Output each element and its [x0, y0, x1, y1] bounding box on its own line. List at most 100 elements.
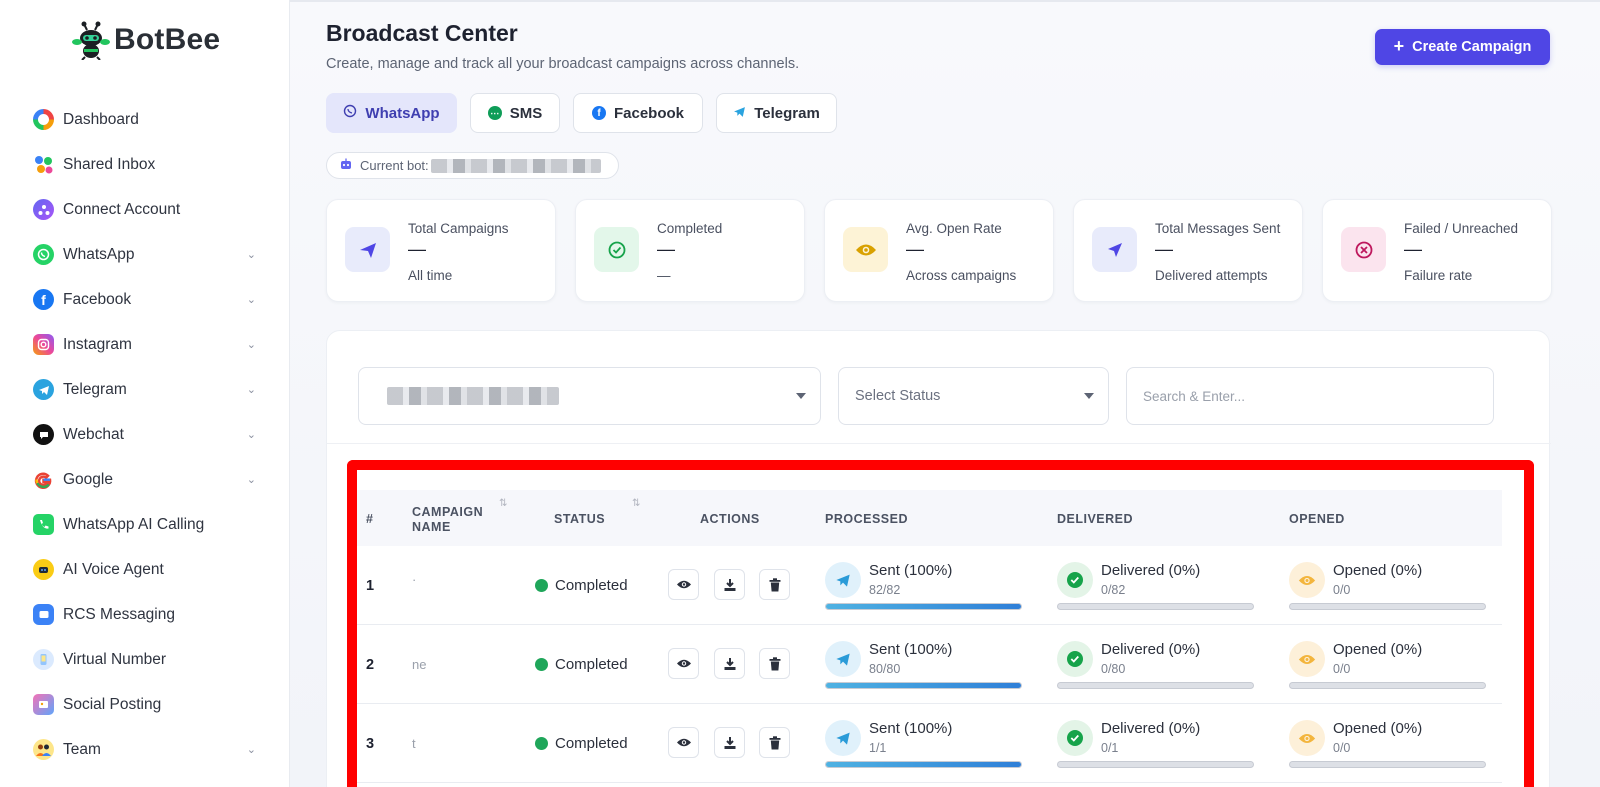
sort-icon[interactable]: ⇅ — [499, 498, 507, 509]
table-row[interactable]: 1 · Completed Sent (100%) 82/82 Delivere… — [357, 546, 1502, 625]
view-button[interactable] — [668, 727, 699, 758]
sidebar-item-team[interactable]: Team ⌄ — [0, 727, 290, 772]
stat-title: Total Campaigns — [408, 221, 509, 236]
sidebar-item-telegram[interactable]: Telegram ⌄ — [0, 367, 290, 412]
processed-label: Sent (100%) — [869, 720, 953, 737]
sidebar-item-ai-voice-agent[interactable]: AI Voice Agent — [0, 547, 290, 592]
tab-sms[interactable]: ⋯ SMS — [470, 93, 560, 133]
opened-label: Opened (0%) — [1333, 562, 1423, 579]
tab-facebook[interactable]: f Facebook — [573, 93, 703, 133]
sidebar-item-dashboard[interactable]: Dashboard — [0, 97, 290, 142]
table-row[interactable]: 3 t Completed Sent (100%) 1/1 Delivered … — [357, 704, 1502, 783]
sidebar-item-google[interactable]: Google ⌄ — [0, 457, 290, 502]
column-header-delivered: DELIVERED — [1057, 512, 1134, 526]
search-input[interactable]: Search & Enter... — [1126, 367, 1494, 425]
stat-card-total-messages-sent: Total Messages Sent — Delivered attempts — [1073, 199, 1303, 302]
tab-label: SMS — [509, 104, 543, 122]
delivered-label: Delivered (0%) — [1101, 641, 1201, 658]
stat-value: — — [1404, 239, 1422, 259]
column-header-campaign-name[interactable]: CAMPAIGN NAME — [412, 505, 502, 535]
sort-icon[interactable]: ⇅ — [632, 498, 640, 509]
caret-down-icon — [1084, 393, 1094, 399]
sidebar-item-label: Google — [63, 470, 113, 488]
tab-whatsapp[interactable]: WhatsApp — [326, 93, 457, 133]
chevron-down-icon[interactable]: ⌄ — [247, 428, 256, 441]
opened-label: Opened (0%) — [1333, 641, 1423, 658]
eye-icon — [1289, 641, 1325, 677]
current-bot-selector[interactable]: Current bot: — [326, 152, 619, 179]
tab-telegram[interactable]: Telegram — [716, 93, 837, 133]
chevron-down-icon[interactable]: ⌄ — [247, 338, 256, 351]
chevron-down-icon[interactable]: ⌄ — [247, 473, 256, 486]
delete-button[interactable] — [759, 569, 790, 600]
facebook-icon: f — [591, 106, 606, 120]
social-posting-icon — [33, 694, 54, 715]
status-select-dropdown[interactable]: Select Status — [838, 367, 1109, 425]
delivered-count: 0/82 — [1101, 583, 1126, 597]
download-button[interactable] — [714, 648, 745, 679]
chevron-down-icon[interactable]: ⌄ — [247, 248, 256, 261]
sidebar-item-social-posting[interactable]: Social Posting — [0, 682, 290, 727]
check-circle-icon — [1057, 720, 1093, 756]
instagram-icon — [33, 334, 54, 355]
processed-count: 82/82 — [869, 583, 901, 597]
campaigns-panel: Select Status Search & Enter... # CAMPAI… — [326, 330, 1551, 787]
column-header-processed: PROCESSED — [825, 512, 908, 526]
chevron-down-icon[interactable]: ⌄ — [247, 383, 256, 396]
sidebar-item-label: RCS Messaging — [63, 605, 175, 623]
delete-button[interactable] — [759, 727, 790, 758]
virtual-number-icon — [33, 649, 54, 670]
opened-count: 0/0 — [1333, 662, 1351, 676]
download-icon — [724, 657, 735, 670]
view-button[interactable] — [668, 569, 699, 600]
chevron-down-icon[interactable]: ⌄ — [247, 293, 256, 306]
column-header-status[interactable]: STATUS — [554, 512, 605, 526]
campaign-name[interactable]: t — [412, 736, 416, 751]
chevron-down-icon[interactable]: ⌄ — [247, 743, 256, 756]
tab-label: Telegram — [754, 104, 820, 122]
facebook-icon: f — [33, 289, 54, 310]
sidebar-item-label: AI Voice Agent — [63, 560, 164, 578]
brand-logo[interactable]: BotBee — [72, 20, 220, 61]
opened-progress-bar — [1289, 682, 1486, 689]
connect-account-icon — [33, 199, 54, 220]
download-button[interactable] — [714, 727, 745, 758]
delivered-label: Delivered (0%) — [1101, 562, 1201, 579]
stat-value: — — [657, 239, 675, 259]
processed-count: 80/80 — [869, 662, 901, 676]
campaign-name[interactable]: ne — [412, 657, 426, 672]
view-button[interactable] — [668, 648, 699, 679]
stat-subtitle: All time — [408, 268, 453, 283]
selected-bot-redacted — [387, 387, 559, 405]
sidebar-item-label: Team — [63, 740, 101, 758]
table-row[interactable]: 2 ne Completed Sent (100%) 80/80 Deliver… — [357, 625, 1502, 704]
sidebar-item-whatsapp-ai-calling[interactable]: WhatsApp AI Calling — [0, 502, 290, 547]
status-dot — [535, 737, 548, 750]
stat-title: Completed — [657, 221, 723, 236]
sidebar-item-rcs-messaging[interactable]: RCS Messaging — [0, 592, 290, 637]
status-select-placeholder: Select Status — [855, 388, 941, 404]
sidebar-item-label: Social Posting — [63, 695, 162, 713]
robot-icon — [339, 158, 353, 174]
processed-progress-bar — [825, 682, 1022, 689]
bot-select-dropdown[interactable] — [358, 367, 821, 425]
sidebar-item-instagram[interactable]: Instagram ⌄ — [0, 322, 290, 367]
sidebar-item-shared-inbox[interactable]: Shared Inbox — [0, 142, 290, 187]
trash-icon — [769, 577, 780, 591]
processed-progress-bar — [825, 603, 1022, 610]
sidebar-item-facebook[interactable]: f Facebook ⌄ — [0, 277, 290, 322]
ai-voice-agent-icon — [33, 559, 54, 580]
sidebar-item-virtual-number[interactable]: Virtual Number — [0, 637, 290, 682]
stat-subtitle: Across campaigns — [906, 268, 1017, 283]
create-campaign-button[interactable]: + Create Campaign — [1375, 29, 1550, 65]
status-text: Completed — [555, 656, 628, 673]
sidebar-item-webchat[interactable]: Webchat ⌄ — [0, 412, 290, 457]
download-button[interactable] — [714, 569, 745, 600]
progress-fill — [826, 604, 1021, 609]
delivered-progress-bar — [1057, 761, 1254, 768]
sidebar-item-whatsapp[interactable]: WhatsApp ⌄ — [0, 232, 290, 277]
sidebar-item-connect-account[interactable]: Connect Account — [0, 187, 290, 232]
delete-button[interactable] — [759, 648, 790, 679]
campaign-name[interactable]: · — [412, 572, 416, 587]
campaigns-table: # CAMPAIGN NAME ⇅ STATUS ⇅ ACTIONS PROCE… — [347, 460, 1534, 787]
